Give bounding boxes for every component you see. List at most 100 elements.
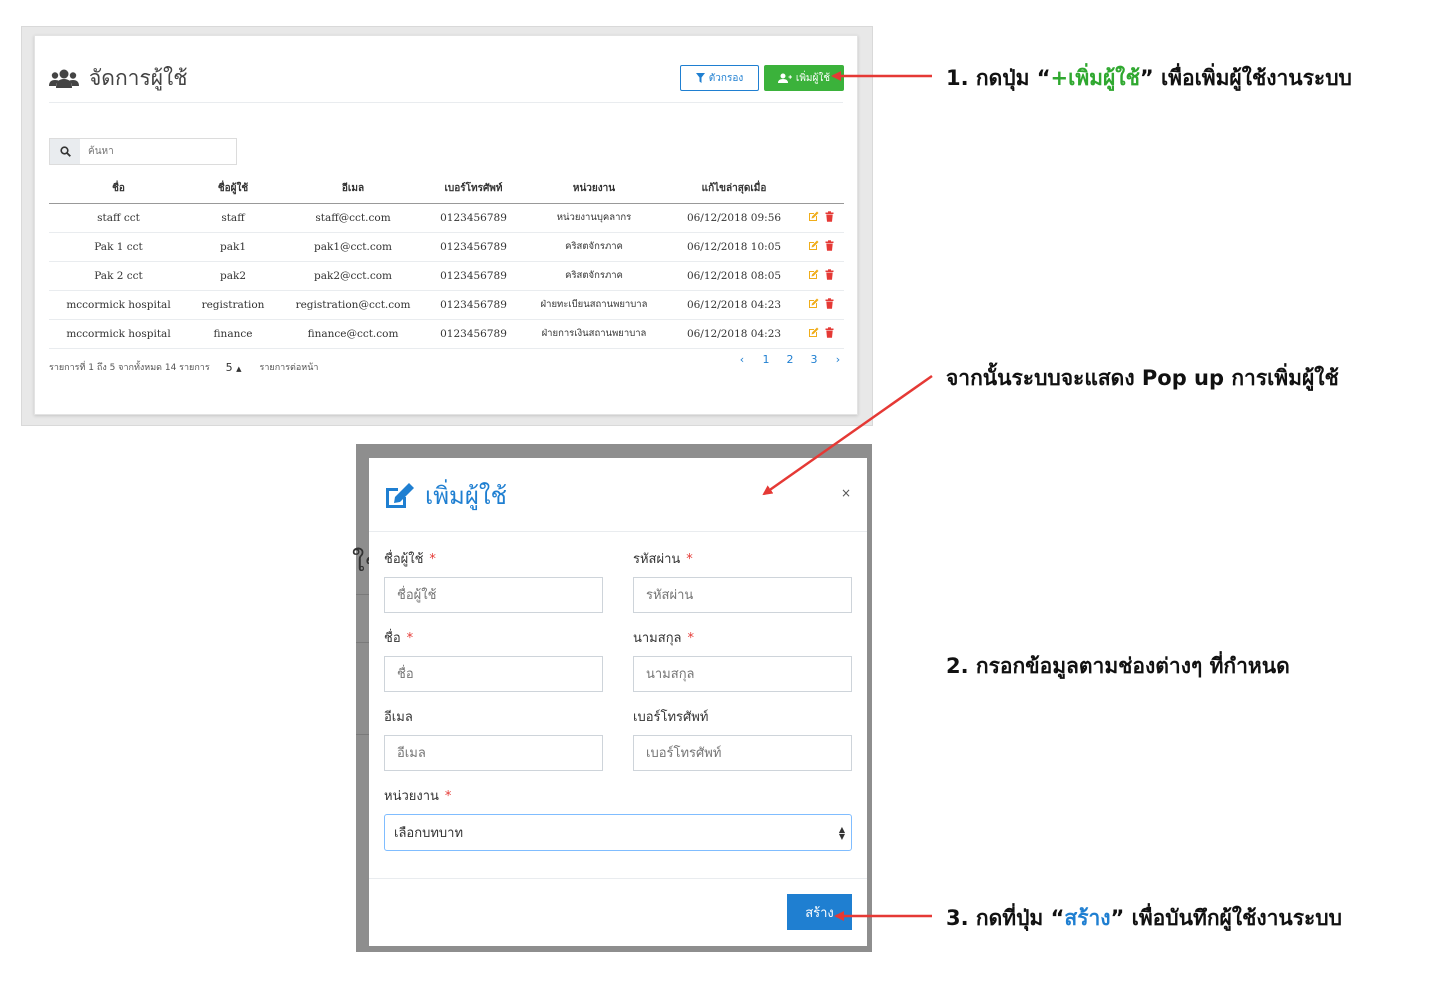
username-label: ชื่อผู้ใช้: [384, 552, 424, 567]
row-actions: [808, 297, 835, 309]
password-label: รหัสผ่าน: [633, 552, 681, 567]
edit-icon: [386, 482, 414, 508]
row-actions: [808, 268, 835, 280]
page-title: จัดการผู้ใช้: [89, 66, 188, 90]
cell-updated: 06/12/2018 04:23: [669, 290, 799, 320]
cell-department: คริสตจักรภาค: [519, 261, 669, 291]
lastname-field-group: นามสกุล *: [633, 627, 852, 692]
cell-email: registration@cct.com: [278, 290, 428, 320]
step1-prefix: 1. กดปุ่ม “: [946, 66, 1051, 90]
step3-highlight: สร้าง: [1064, 906, 1111, 930]
header-divider: [49, 102, 843, 103]
cell-actions: [799, 290, 844, 320]
phone-input[interactable]: [633, 735, 852, 771]
edit-icon[interactable]: [808, 269, 819, 280]
cell-actions: [799, 232, 844, 262]
email-label: อีเมล: [384, 710, 413, 725]
add-user-modal: เพิ่มผู้ใช้ × ชื่อผู้ใช้ * รหัสผ่าน * ชื่อ…: [369, 458, 867, 946]
cell-email: pak1@cct.com: [278, 232, 428, 262]
firstname-input[interactable]: [384, 656, 603, 692]
username-field-group: ชื่อผู้ใช้ *: [384, 548, 603, 613]
column-header-name[interactable]: ชื่อ: [49, 175, 188, 204]
firstname-label: ชื่อ: [384, 631, 401, 646]
column-header-updated[interactable]: แก้ไขล่าสุดเมื่อ: [669, 175, 799, 204]
page-size-select[interactable]: 5 ▲: [226, 361, 242, 374]
column-header-username[interactable]: ชื่อผู้ใช้: [188, 175, 278, 204]
cell-phone: 0123456789: [428, 232, 519, 262]
user-plus-icon: [777, 73, 792, 83]
cell-phone: 0123456789: [428, 319, 519, 349]
edit-icon[interactable]: [808, 298, 819, 309]
add-user-button-label: เพิ่มผู้ใช้: [795, 72, 831, 84]
step3-note: 3. กดที่ปุ่ม “สร้าง” เพื่อบันทึกผู้ใช้งา…: [946, 902, 1342, 935]
trash-icon[interactable]: [824, 268, 835, 280]
column-header-phone[interactable]: เบอร์โทรศัพท์: [428, 175, 519, 204]
step1-note: 1. กดปุ่ม “+เพิ่มผู้ใช้” เพื่อเพิ่มผู้ใช…: [946, 62, 1352, 95]
add-user-button[interactable]: เพิ่มผู้ใช้: [764, 65, 844, 91]
pager-next[interactable]: ›: [826, 353, 850, 366]
cell-department: หน่วยงานบุคลากร: [519, 203, 669, 233]
cell-email: pak2@cct.com: [278, 261, 428, 291]
modal-title: เพิ่มผู้ใช้: [425, 482, 507, 510]
cell-phone: 0123456789: [428, 261, 519, 291]
page-title-group: จัดการผู้ใช้: [49, 62, 188, 95]
backdrop-line: [356, 642, 369, 643]
cell-username: pak1: [188, 232, 278, 262]
table-row[interactable]: Pak 2 cct pak2 pak2@cct.com 0123456789 คริสต…: [49, 261, 844, 291]
search-button[interactable]: [50, 139, 80, 164]
step1-highlight: +เพิ่มผู้ใช้: [1050, 66, 1140, 90]
modal-footer: [369, 878, 867, 879]
edit-icon[interactable]: [808, 327, 819, 338]
cell-phone: 0123456789: [428, 290, 519, 320]
table-row[interactable]: mccormick hospital finance finance@cct.com…: [49, 319, 844, 349]
table-row[interactable]: mccormick hospital registration registrati…: [49, 290, 844, 320]
filter-button-label: ตัวกรอง: [708, 72, 744, 84]
cell-actions: [799, 319, 844, 349]
cell-department: ฝ่ายทะเบียนสถานพยาบาล: [519, 290, 669, 320]
modal-header: เพิ่มผู้ใช้ ×: [369, 458, 867, 532]
edit-icon[interactable]: [808, 240, 819, 251]
lastname-input[interactable]: [633, 656, 852, 692]
pager-page-2[interactable]: 2: [778, 353, 802, 366]
column-header-email[interactable]: อีเมล: [278, 175, 428, 204]
row-actions: [808, 326, 835, 338]
records-info: รายการที่ 1 ถึง 5 จากทั้งหมด 14 รายการ: [49, 363, 210, 373]
required-marker: *: [444, 789, 452, 804]
email-field-group: อีเมล: [384, 706, 603, 771]
table-row[interactable]: staff cct staff staff@cct.com 0123456789 หน่…: [49, 203, 844, 233]
email-input[interactable]: [384, 735, 603, 771]
cell-phone: 0123456789: [428, 203, 519, 233]
select-arrows-icon: ▲ ▼: [838, 824, 845, 841]
pager-page-3[interactable]: 3: [802, 353, 826, 366]
pager-page-1[interactable]: 1: [754, 353, 778, 366]
backdrop-line: [356, 594, 369, 595]
per-page-label: รายการต่อหน้า: [259, 363, 319, 373]
department-select[interactable]: เลือกบทบาท ▲ ▼: [384, 814, 852, 851]
pager-prev[interactable]: ‹: [730, 353, 754, 366]
trash-icon[interactable]: [824, 326, 835, 338]
cell-name: mccormick hospital: [49, 290, 188, 320]
table-footer-info: รายการที่ 1 ถึง 5 จากทั้งหมด 14 รายการ 5…: [49, 360, 318, 374]
phone-field-group: เบอร์โทรศัพท์: [633, 706, 852, 771]
search-input[interactable]: [80, 139, 236, 164]
trash-icon[interactable]: [824, 297, 835, 309]
table-row[interactable]: Pak 1 cct pak1 pak1@cct.com 0123456789 คริสต…: [49, 232, 844, 262]
row-actions: [808, 239, 835, 251]
trash-icon[interactable]: [824, 210, 835, 222]
table-header-row: ชื่อ ชื่อผู้ใช้ อีเมล เบอร์โทรศัพท์ หน่ว…: [49, 175, 844, 204]
edit-icon[interactable]: [808, 211, 819, 222]
required-marker: *: [429, 552, 436, 567]
column-header-actions: [799, 175, 844, 204]
trash-icon[interactable]: [824, 239, 835, 251]
row-actions: [808, 210, 835, 222]
filter-button[interactable]: ตัวกรอง: [680, 65, 759, 91]
column-header-department[interactable]: หน่วยงาน: [519, 175, 669, 204]
cell-email: finance@cct.com: [278, 319, 428, 349]
create-button[interactable]: สร้าง: [787, 894, 852, 930]
required-marker: *: [687, 631, 695, 646]
step2-note: 2. กรอกข้อมูลตามช่องต่างๆ ที่กำหนด: [946, 654, 1290, 678]
password-input[interactable]: [633, 577, 852, 613]
step1-suffix: ” เพื่อเพิ่มผู้ใช้งานระบบ: [1139, 66, 1352, 90]
username-input[interactable]: [384, 577, 603, 613]
close-icon[interactable]: ×: [841, 486, 851, 500]
